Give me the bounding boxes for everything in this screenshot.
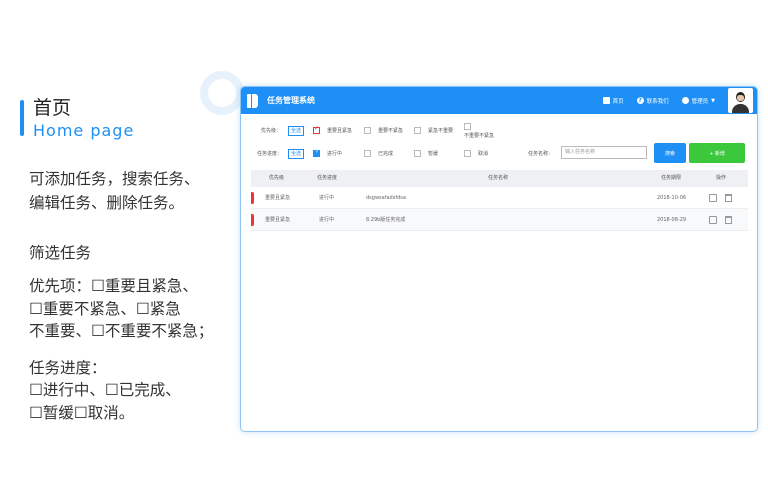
cell-priority: 重要且紧急 <box>265 217 291 223</box>
task-name-label: 任务名称： <box>528 151 554 157</box>
priority-checkbox-1[interactable] <box>313 125 320 134</box>
description-panel: 首页 Home page 可添加任务，搜索任务、 编辑任务、删除任务。 筛选任务… <box>20 96 235 424</box>
priority-option-label: 不重要不紧急 <box>464 133 495 139</box>
nav-admin-label: 管理员 <box>691 98 709 105</box>
decorative-circle <box>200 71 244 115</box>
table-header: 优先级 任务进度 任务名称 任务期限 操作 <box>251 170 748 187</box>
book-logo-icon <box>247 93 258 108</box>
trash-icon[interactable] <box>725 216 732 224</box>
avatar-body <box>732 104 749 113</box>
cell-task-name: dsgwsafadsfdsa <box>366 195 406 201</box>
progress-option-label: 暂缓 <box>428 151 439 157</box>
cell-task-name: 8.29b版任务完成 <box>366 217 406 223</box>
progress-line: 任务进度： <box>29 358 107 377</box>
nav-home-label: 首页 <box>612 98 624 105</box>
progress-select-all[interactable]: 全选 <box>288 149 305 159</box>
add-task-button[interactable]: + 新增 <box>689 143 745 163</box>
search-button[interactable]: 搜索 <box>654 143 686 163</box>
progress-line: ☐暂缓☐取消。 <box>29 403 135 422</box>
nav-contact[interactable]: ? 联系我们 <box>636 97 669 105</box>
slide: 首页 Home page 可添加任务，搜索任务、 编辑任务、删除任务。 筛选任务… <box>0 0 768 500</box>
top-bar: 任务管理系统 首页 ? 联系我们 管理员 ▼ <box>241 87 757 114</box>
gear-icon <box>681 97 689 104</box>
task-table: 优先级 任务进度 任务名称 任务期限 操作 重要且紧急 进行中 dsgwsafa… <box>251 170 748 231</box>
progress-option-label: 进行中 <box>327 151 343 157</box>
table-row[interactable]: 重要且紧急 进行中 8.29b版任务完成 2018-08-29 <box>251 209 748 231</box>
nav-contact-label: 联系我们 <box>646 98 669 105</box>
title-en: Home page <box>33 121 135 140</box>
progress-option-label: 取消 <box>478 151 489 157</box>
priority-checkbox-3[interactable] <box>414 127 421 134</box>
title-accent-bar <box>20 100 24 136</box>
search-button-label: 搜索 <box>664 150 675 157</box>
edit-icon[interactable] <box>709 194 717 202</box>
help-icon: ? <box>636 97 644 104</box>
priority-select-all[interactable]: 全选 <box>288 126 305 136</box>
priority-line: 优先项：☐重要且紧急、 <box>29 277 198 295</box>
app-window: 任务管理系统 首页 ? 联系我们 管理员 ▼ 优先级： 全选 ✓ 重要且紧急 重… <box>240 86 758 432</box>
priority-checkbox-2[interactable] <box>364 127 371 134</box>
header-priority: 优先级 <box>269 175 285 181</box>
chevron-down-icon: ▼ <box>711 97 715 104</box>
top-nav: 首页 ? 联系我们 管理员 ▼ <box>602 87 753 114</box>
progress-checkbox-4[interactable] <box>464 150 471 157</box>
nav-admin[interactable]: 管理员 ▼ <box>681 97 715 105</box>
avatar[interactable] <box>728 88 753 113</box>
priority-checkbox-4[interactable] <box>464 123 471 130</box>
priority-description: 优先项：☐重要且紧急、 ☐重要不紧急、☐紧急 不重要、☐不重要不紧急； <box>29 275 235 343</box>
trash-icon[interactable] <box>725 194 732 202</box>
header-deadline: 任务期限 <box>661 175 682 181</box>
progress-checkbox-3[interactable] <box>414 150 421 157</box>
header-actions: 操作 <box>716 175 727 181</box>
header-task-name: 任务名称 <box>488 175 509 181</box>
progress-label: 任务进度： <box>257 151 283 157</box>
priority-line: ☐重要不紧急、☐紧急 <box>29 299 181 318</box>
priority-mark <box>251 192 254 204</box>
progress-line: ☐进行中、☐已完成、 <box>29 381 181 399</box>
nav-home[interactable]: 首页 <box>602 97 624 105</box>
table-row[interactable]: 重要且紧急 进行中 dsgwsafadsfdsa 2018-10-06 <box>251 187 748 209</box>
cell-deadline: 2018-08-29 <box>657 217 687 223</box>
priority-option-label: 紧急不重要 <box>428 128 454 134</box>
desc-line: 可添加任务，搜索任务、 <box>29 170 200 188</box>
priority-option-label: 重要且紧急 <box>327 128 353 134</box>
header-progress: 任务进度 <box>317 175 338 181</box>
priority-label: 优先级： <box>261 128 282 134</box>
priority-line: 不重要、☐不重要不紧急； <box>29 322 214 340</box>
progress-checkbox-1[interactable] <box>313 149 320 157</box>
add-task-button-label: + 新增 <box>709 150 725 157</box>
cell-priority: 重要且紧急 <box>265 195 291 201</box>
priority-option-label: 重要不紧急 <box>378 128 404 134</box>
filter-heading: 筛选任务 <box>29 244 92 262</box>
progress-checkbox-2[interactable] <box>364 150 371 157</box>
edit-icon[interactable] <box>709 216 717 224</box>
app-title: 任务管理系统 <box>267 96 315 105</box>
feature-description: 可添加任务，搜索任务、 编辑任务、删除任务。 <box>29 167 235 215</box>
cell-progress: 进行中 <box>319 217 335 223</box>
desc-line: 编辑任务、删除任务。 <box>29 194 185 212</box>
cell-deadline: 2018-10-06 <box>657 195 687 201</box>
priority-mark <box>251 214 254 226</box>
cell-progress: 进行中 <box>319 195 335 201</box>
home-icon <box>602 97 610 104</box>
progress-option-label: 已完成 <box>378 151 394 157</box>
avatar-face <box>737 95 744 101</box>
progress-description: 任务进度： ☐进行中、☐已完成、 ☐暂缓☐取消。 <box>29 357 235 425</box>
task-name-input[interactable]: 输入任务名称 <box>561 146 647 159</box>
